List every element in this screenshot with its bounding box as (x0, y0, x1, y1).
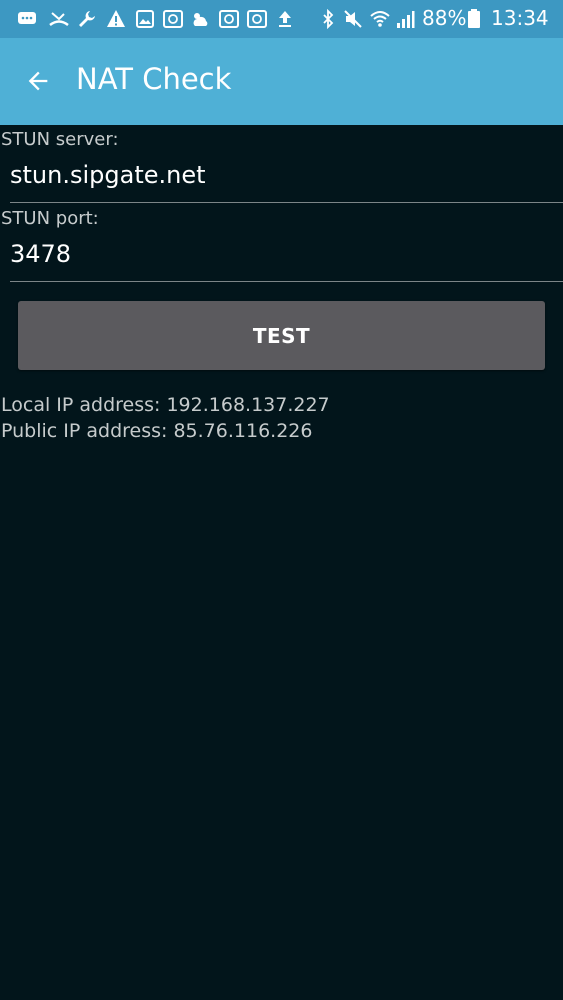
warning-icon (107, 10, 125, 27)
mail-at-icon (219, 10, 239, 28)
mute-icon (344, 10, 362, 28)
chat-bubble-icon (18, 12, 36, 24)
battery-icon (468, 9, 480, 28)
image-icon (136, 10, 154, 28)
wifi-icon (370, 11, 390, 27)
mail-at-icon (247, 10, 267, 28)
battery-percent: 88% (422, 6, 467, 30)
page-title: NAT Check (76, 62, 232, 96)
weather-icon (193, 13, 208, 26)
mail-at-icon (163, 10, 183, 28)
local-ip-text: Local IP address: 192.168.137.227 (1, 394, 330, 416)
bluetooth-icon (323, 9, 334, 29)
upload-icon (279, 11, 291, 27)
signal-icon (397, 11, 415, 28)
wrench-icon (79, 11, 95, 27)
missed-call-icon (49, 12, 69, 27)
stun-port-input[interactable] (10, 237, 563, 271)
clock: 13:34 (491, 6, 549, 30)
stun-port-underline (10, 281, 563, 282)
status-bar: 88% 13:34 (0, 0, 563, 38)
app-bar: NAT Check (0, 38, 563, 125)
back-button[interactable] (14, 57, 62, 105)
stun-port-label: STUN port: (1, 208, 99, 229)
arrow-left-icon (28, 71, 48, 91)
stun-server-label: STUN server: (1, 129, 119, 150)
stun-server-underline (10, 202, 563, 203)
stun-server-input[interactable] (10, 158, 563, 192)
test-button[interactable]: TEST (18, 301, 545, 370)
public-ip-text: Public IP address: 85.76.116.226 (1, 420, 313, 442)
